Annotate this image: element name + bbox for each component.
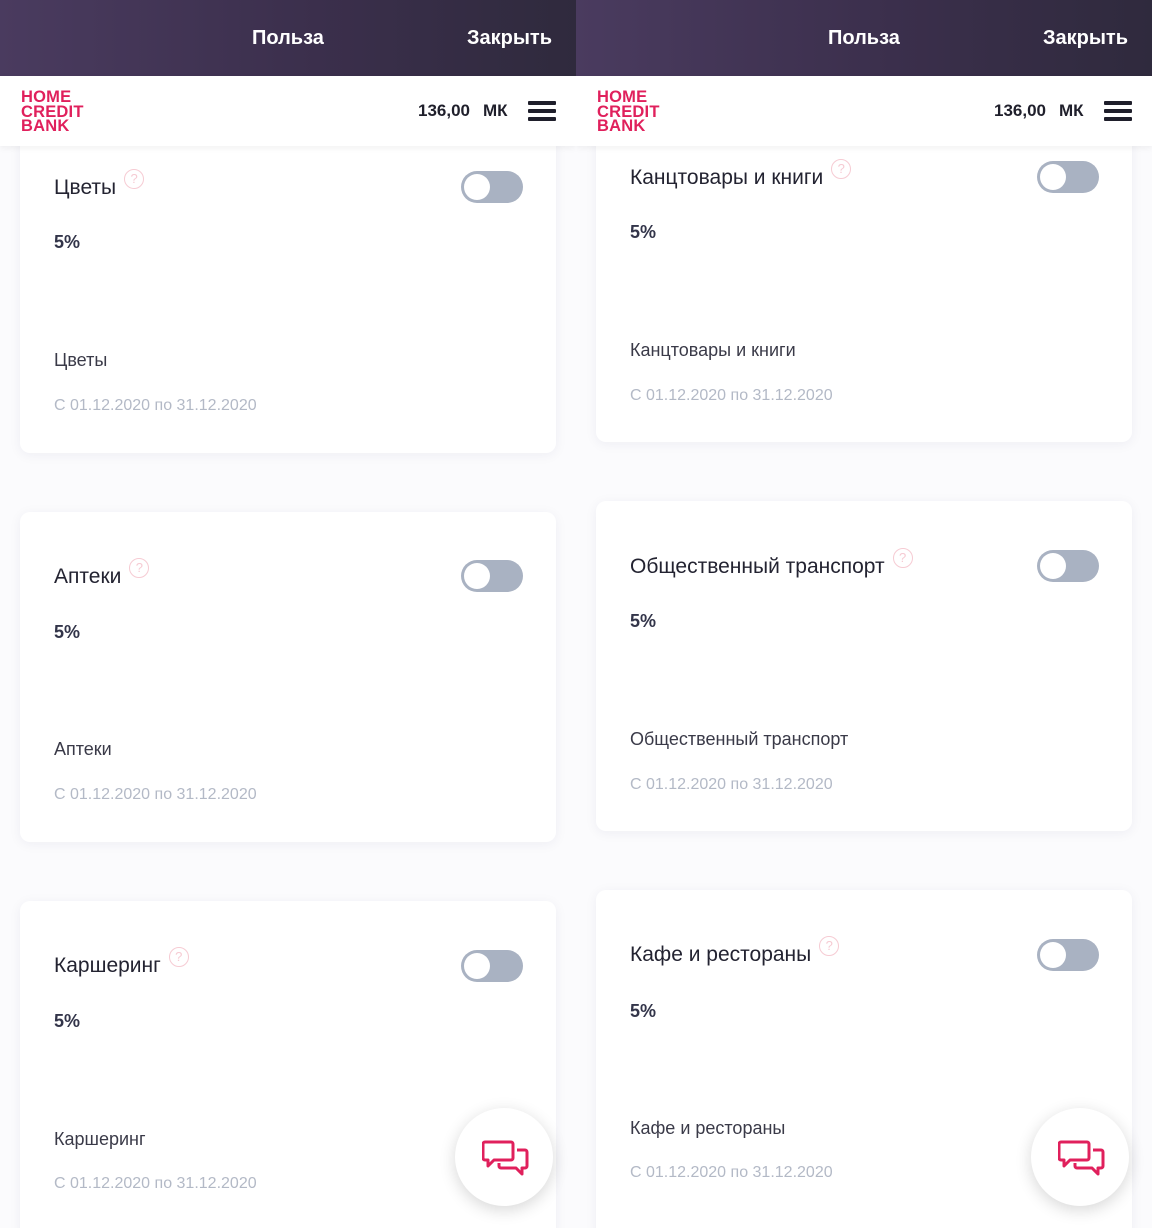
category-name: Общественный транспорт: [630, 729, 849, 749]
category-toggle[interactable]: [461, 950, 523, 982]
chat-button[interactable]: [1031, 1108, 1129, 1206]
cashback-percent: 5%: [54, 232, 81, 252]
chat-bubbles-icon: [1058, 1140, 1105, 1176]
close-button[interactable]: Закрыть: [1043, 26, 1128, 50]
toggle-knob: [464, 563, 490, 589]
category-card: Канцтовары и книги? 5% Канцтовары и книг…: [596, 110, 1132, 442]
question-icon[interactable]: ?: [892, 548, 913, 568]
category-card: Цветы? 5% Цветы С 01.12.2020 по 31.12.20…: [20, 110, 556, 453]
home-credit-logo[interactable]: HOME CREDIT BANK: [597, 89, 667, 134]
category-period: С 01.12.2020 по 31.12.2020: [54, 397, 257, 414]
category-title: Канцтовары и книги?: [630, 159, 852, 191]
hamburger-icon[interactable]: [528, 101, 556, 121]
category-toggle[interactable]: [1037, 161, 1099, 193]
question-icon[interactable]: ?: [819, 936, 840, 956]
category-title: Аптеки?: [54, 558, 150, 590]
category-toggle[interactable]: [1037, 939, 1099, 971]
right-panel: Польза Закрыть HOME CREDIT BANK 136,00 М…: [576, 0, 1152, 1228]
question-icon[interactable]: ?: [129, 558, 150, 578]
category-period: С 01.12.2020 по 31.12.2020: [630, 1164, 833, 1181]
balance-amount: 136,00: [418, 101, 470, 120]
toggle-knob: [1040, 164, 1066, 190]
app-header: HOME CREDIT BANK 136,00 МК: [576, 76, 1152, 146]
category-title: Цветы?: [54, 169, 145, 201]
category-name: Аптеки: [54, 739, 112, 759]
category-toggle[interactable]: [461, 171, 523, 203]
app-header: HOME CREDIT BANK 136,00 МК: [0, 76, 576, 146]
top-bar: Польза Закрыть: [576, 0, 1152, 76]
category-title: Кафе и рестораны?: [630, 936, 840, 968]
category-period: С 01.12.2020 по 31.12.2020: [54, 1175, 257, 1192]
cashback-percent: 5%: [630, 1001, 657, 1021]
page-title: Польза: [252, 27, 324, 49]
question-icon[interactable]: ?: [168, 947, 189, 967]
cashback-percent: 5%: [54, 1011, 81, 1031]
category-period: С 01.12.2020 по 31.12.2020: [54, 786, 257, 803]
balance-amount: 136,00: [994, 101, 1046, 120]
balance-currency: МК: [1059, 101, 1084, 120]
cashback-percent: 5%: [630, 222, 657, 242]
close-button[interactable]: Закрыть: [467, 26, 552, 50]
toggle-knob: [464, 174, 490, 200]
category-toggle[interactable]: [1037, 550, 1099, 582]
chat-button[interactable]: [455, 1108, 553, 1206]
category-period: С 01.12.2020 по 31.12.2020: [630, 387, 833, 404]
category-card: Общественный транспорт? 5% Общественный …: [596, 501, 1132, 831]
category-name: Цветы: [54, 350, 108, 370]
question-icon[interactable]: ?: [831, 159, 852, 179]
category-title: Общественный транспорт?: [630, 548, 913, 580]
hamburger-icon[interactable]: [1104, 101, 1132, 121]
toggle-knob: [464, 953, 490, 979]
category-title: Каршеринг?: [54, 947, 189, 979]
home-credit-logo[interactable]: HOME CREDIT BANK: [21, 89, 91, 134]
balance-currency: МК: [483, 101, 508, 120]
page-title: Польза: [828, 27, 900, 49]
category-name: Канцтовары и книги: [630, 340, 796, 360]
left-panel: Польза Закрыть HOME CREDIT BANK 136,00 М…: [0, 0, 576, 1228]
cashback-percent: 5%: [630, 611, 657, 631]
question-icon[interactable]: ?: [124, 169, 145, 189]
category-toggle[interactable]: [461, 560, 523, 592]
category-name: Кафе и рестораны: [630, 1118, 786, 1138]
category-period: С 01.12.2020 по 31.12.2020: [630, 776, 833, 793]
category-card: Аптеки? 5% Аптеки С 01.12.2020 по 31.12.…: [20, 512, 556, 842]
top-bar: Польза Закрыть: [0, 0, 576, 76]
chat-bubbles-icon: [482, 1140, 529, 1176]
cashback-percent: 5%: [54, 622, 81, 642]
toggle-knob: [1040, 553, 1066, 579]
category-name: Каршеринг: [54, 1129, 146, 1149]
toggle-knob: [1040, 942, 1066, 968]
